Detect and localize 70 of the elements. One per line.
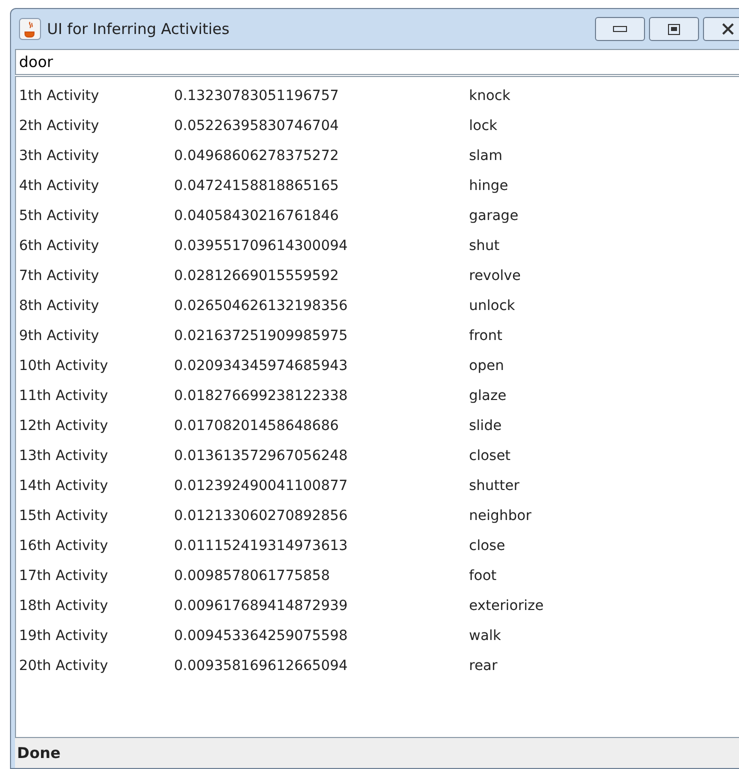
rank-label: 18th Activity xyxy=(19,596,109,616)
score-value: 0.021637251909985975 xyxy=(174,326,349,346)
activity-word: unlock xyxy=(469,296,516,316)
score-value: 0.018276699238122338 xyxy=(174,386,349,406)
activity-word: rear xyxy=(469,656,498,676)
rank-label: 19th Activity xyxy=(19,626,109,646)
activity-word: shutter xyxy=(469,476,520,496)
activity-word: closet xyxy=(469,446,511,466)
rank-label: 15th Activity xyxy=(19,506,109,526)
activity-word: open xyxy=(469,356,504,376)
score-value: 0.05226395830746704 xyxy=(174,116,340,136)
rank-label: 9th Activity xyxy=(19,326,100,346)
rank-label: 6th Activity xyxy=(19,236,100,256)
activity-word: slide xyxy=(469,416,502,436)
score-value: 0.009453364259075598 xyxy=(174,626,349,646)
score-value: 0.02812669015559592 xyxy=(174,266,340,286)
rank-label: 10th Activity xyxy=(19,356,109,376)
rank-label: 5th Activity xyxy=(19,206,100,226)
activity-word: walk xyxy=(469,626,502,646)
rank-label: 2th Activity xyxy=(19,116,100,136)
rank-label: 14th Activity xyxy=(19,476,109,496)
close-icon xyxy=(721,23,735,35)
activity-word: exteriorize xyxy=(469,596,544,616)
score-value: 0.020934345974685943 xyxy=(174,356,349,376)
minimize-button[interactable] xyxy=(595,17,645,41)
java-cup-icon xyxy=(19,18,41,40)
score-value: 0.011152419314973613 xyxy=(174,536,349,556)
score-value: 0.01708201458648686 xyxy=(174,416,340,436)
status-text: Done xyxy=(17,742,61,764)
rank-label: 8th Activity xyxy=(19,296,100,316)
close-button[interactable] xyxy=(703,17,739,41)
rank-label: 17th Activity xyxy=(19,566,109,586)
score-value: 0.013613572967056248 xyxy=(174,446,349,466)
activity-word: hinge xyxy=(469,176,508,196)
maximize-icon xyxy=(668,24,680,34)
score-value: 0.026504626132198356 xyxy=(174,296,349,316)
minimize-icon xyxy=(613,26,627,32)
activity-word: revolve xyxy=(469,266,521,286)
rank-label: 20th Activity xyxy=(19,656,109,676)
rank-label: 13th Activity xyxy=(19,446,109,466)
activity-word: garage xyxy=(469,206,518,226)
score-value: 0.009358169612665094 xyxy=(174,656,349,676)
activity-word: lock xyxy=(469,116,498,136)
activity-word: close xyxy=(469,536,506,556)
score-value: 0.009617689414872939 xyxy=(174,596,349,616)
activity-word: neighbor xyxy=(469,506,532,526)
rank-label: 4th Activity xyxy=(19,176,100,196)
score-value: 0.04058430216761846 xyxy=(174,206,340,226)
rank-label: 11th Activity xyxy=(19,386,109,406)
score-value: 0.0098578061775858 xyxy=(174,566,331,586)
score-value: 0.04724158818865165 xyxy=(174,176,340,196)
rank-label: 7th Activity xyxy=(19,266,100,286)
search-field[interactable]: door xyxy=(15,49,739,75)
activity-word: shut xyxy=(469,236,500,256)
maximize-button[interactable] xyxy=(649,17,699,41)
score-value: 0.13230783051196757 xyxy=(174,86,340,106)
window-title: UI for Inferring Activities xyxy=(47,18,230,40)
score-value: 0.012133060270892856 xyxy=(174,506,349,526)
activity-word: glaze xyxy=(469,386,506,406)
score-value: 0.012392490041100877 xyxy=(174,476,349,496)
rank-label: 16th Activity xyxy=(19,536,109,556)
activity-word: slam xyxy=(469,146,502,166)
rank-label: 12th Activity xyxy=(19,416,109,436)
rank-label: 1th Activity xyxy=(19,86,100,106)
score-value: 0.04968606278375272 xyxy=(174,146,340,166)
activity-word: front xyxy=(469,326,502,346)
rank-label: 3th Activity xyxy=(19,146,100,166)
score-value: 0.039551709614300094 xyxy=(174,236,349,256)
activity-word: knock xyxy=(469,86,510,106)
activity-word: foot xyxy=(469,566,497,586)
